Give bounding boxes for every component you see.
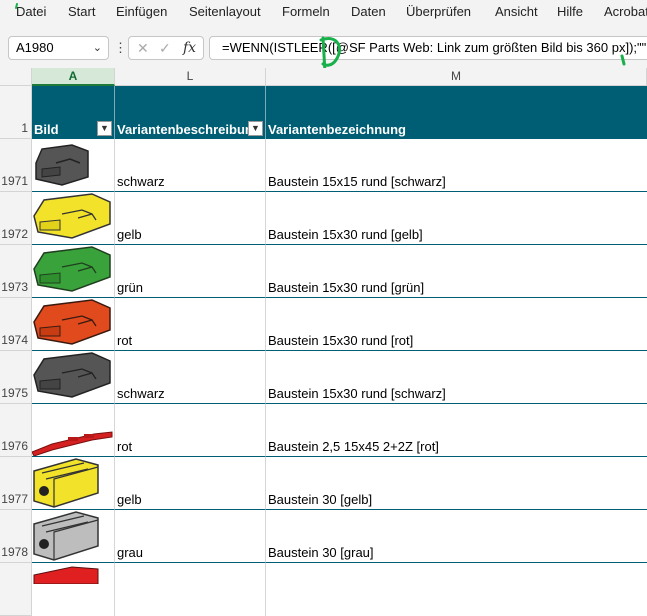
bezeichnung-cell[interactable]: Baustein 30 [grau] (266, 510, 647, 563)
grey-brick-30-icon (33, 511, 99, 561)
yellow-brick-15x30-icon (33, 193, 111, 239)
image-cell[interactable] (32, 457, 115, 510)
image-cell[interactable] (32, 563, 115, 616)
menu-ueberpruefen[interactable]: Überprüfen (406, 0, 471, 24)
column-header-l[interactable]: L (115, 68, 266, 86)
name-box-value: A1980 (16, 40, 54, 55)
image-cell[interactable] (32, 351, 115, 404)
beschreibung-cell[interactable]: grau (115, 510, 266, 563)
table-header-variantenbezeichnung[interactable]: Variantenbezeichnung (266, 86, 647, 139)
menu-formeln[interactable]: Formeln (282, 0, 330, 24)
row-header[interactable]: 1978 (0, 510, 32, 563)
red-brick-partial-icon (33, 566, 99, 584)
menu-start[interactable]: Start (68, 0, 95, 24)
menu-acrobat[interactable]: Acrobat (604, 0, 647, 24)
bezeichnung-cell[interactable]: Baustein 15x30 rund [gelb] (266, 192, 647, 245)
bezeichnung-cell[interactable]: Baustein 2,5 15x45 2+2Z [rot] (266, 404, 647, 457)
row-header[interactable]: 1977 (0, 457, 32, 510)
menu-daten[interactable]: Daten (351, 0, 386, 24)
bezeichnung-cell[interactable]: Baustein 15x30 rund [grün] (266, 245, 647, 298)
black-brick-15x15-icon (35, 144, 89, 186)
yellow-brick-30-icon (33, 458, 99, 508)
more-options-icon[interactable]: ⋮ (114, 36, 127, 60)
beschreibung-cell[interactable]: rot (115, 404, 266, 457)
red-flat-brick-icon (32, 431, 113, 456)
beschreibung-cell[interactable] (115, 563, 266, 616)
beschreibung-cell[interactable]: schwarz (115, 139, 266, 192)
red-brick-15x30-icon (33, 299, 111, 345)
name-box[interactable]: A1980 ⌄ (8, 36, 109, 60)
menu-seitenlayout[interactable]: Seitenlayout (189, 0, 261, 24)
bezeichnung-cell[interactable]: Baustein 15x30 rund [rot] (266, 298, 647, 351)
bezeichnung-cell[interactable]: Baustein 30 [gelb] (266, 457, 647, 510)
menu-hilfe[interactable]: Hilfe (557, 0, 583, 24)
beschreibung-cell[interactable]: gelb (115, 192, 266, 245)
image-cell[interactable] (32, 139, 115, 192)
column-header-m[interactable]: M (266, 68, 647, 86)
formula-text: =WENN(ISTLEER([@SF Parts Web: Link zum g… (222, 40, 647, 55)
image-cell[interactable] (32, 510, 115, 563)
cancel-icon[interactable]: ✕ (137, 37, 149, 59)
black-brick-15x30-icon (33, 352, 111, 398)
menu-ansicht[interactable]: Ansicht (495, 0, 538, 24)
row-header[interactable]: 1974 (0, 298, 32, 351)
row-header[interactable]: 1972 (0, 192, 32, 245)
bezeichnung-cell[interactable]: Baustein 15x15 rund [schwarz] (266, 139, 647, 192)
row-header[interactable]: 1973 (0, 245, 32, 298)
formula-input[interactable]: =WENN(ISTLEER([@SF Parts Web: Link zum g… (209, 36, 647, 60)
beschreibung-cell[interactable]: rot (115, 298, 266, 351)
select-all-corner[interactable] (0, 68, 32, 86)
bezeichnung-cell[interactable] (266, 563, 647, 616)
image-cell[interactable] (32, 404, 115, 457)
image-cell[interactable] (32, 298, 115, 351)
table-header-row: Bild ▼ Variantenbeschreibung ▼ Varianten… (32, 86, 647, 139)
chevron-down-icon[interactable]: ⌄ (93, 37, 102, 59)
filter-dropdown-icon[interactable]: ▼ (248, 121, 263, 136)
confirm-icon[interactable]: ✓ (159, 37, 171, 59)
image-cell[interactable] (32, 192, 115, 245)
row-header[interactable]: 1 (0, 86, 32, 139)
row-header[interactable]: 1971 (0, 139, 32, 192)
beschreibung-cell[interactable]: gelb (115, 457, 266, 510)
table-header-bild[interactable]: Bild ▼ (32, 86, 115, 139)
menu-datei[interactable]: Datei (16, 0, 46, 24)
row-header[interactable] (0, 563, 32, 616)
green-brick-15x30-icon (33, 246, 111, 292)
insert-function-icon[interactable]: fx (183, 37, 196, 59)
row-header[interactable]: 1975 (0, 351, 32, 404)
row-header[interactable]: 1976 (0, 404, 32, 457)
beschreibung-cell[interactable]: grün (115, 245, 266, 298)
table-header-variantenbeschreibung[interactable]: Variantenbeschreibung ▼ (115, 86, 266, 139)
image-cell[interactable] (32, 245, 115, 298)
column-header-a[interactable]: A (32, 68, 115, 86)
formula-actions: ✕ ✓ fx (128, 36, 204, 60)
bezeichnung-cell[interactable]: Baustein 15x30 rund [schwarz] (266, 351, 647, 404)
beschreibung-cell[interactable]: schwarz (115, 351, 266, 404)
filter-dropdown-icon[interactable]: ▼ (97, 121, 112, 136)
menu-einfuegen[interactable]: Einfügen (116, 0, 167, 24)
menu-bar: Datei Start Einfügen Seitenlayout Formel… (0, 0, 647, 26)
